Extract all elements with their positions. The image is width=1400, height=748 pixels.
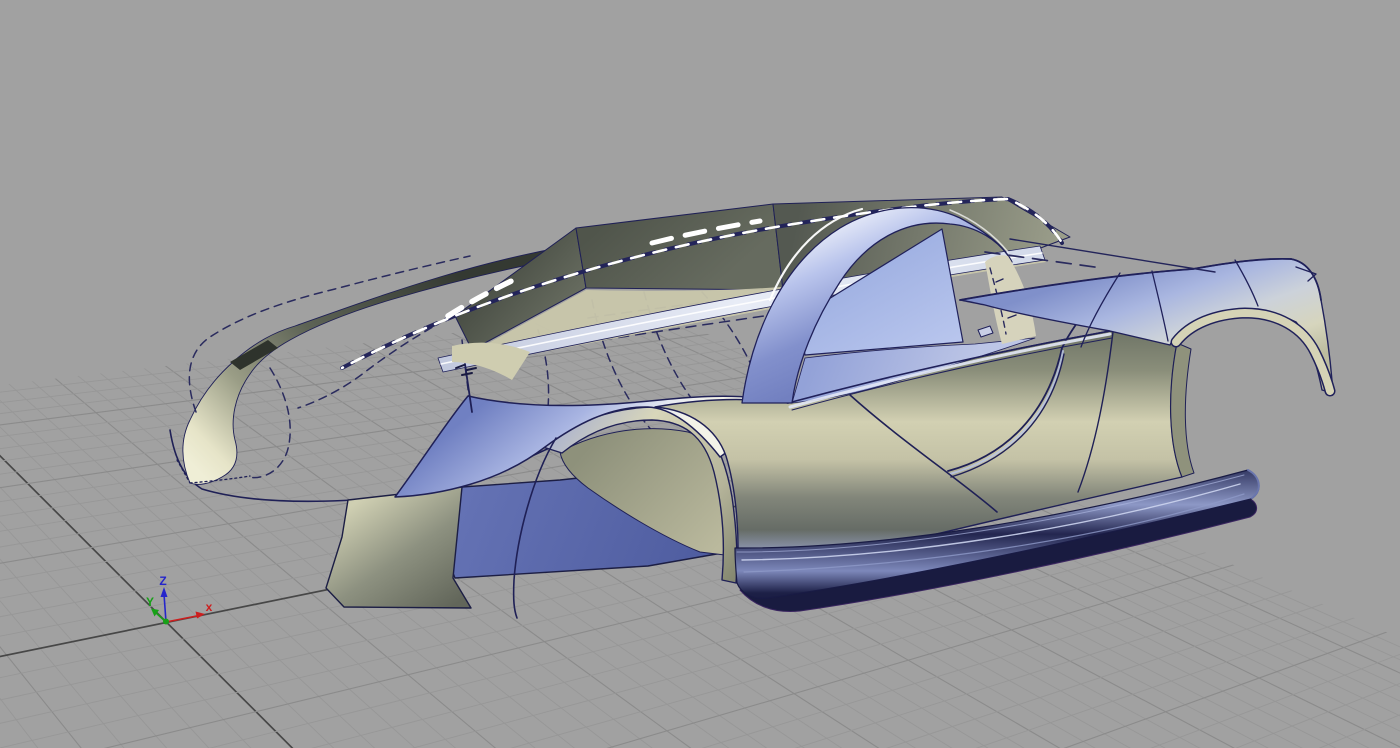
viewport-background (0, 0, 1400, 748)
x-axis-label: x (206, 600, 213, 614)
origin-marker (163, 619, 169, 625)
z-axis-label: Z (159, 574, 166, 588)
perspective-viewport[interactable]: Z Y x (0, 0, 1400, 748)
y-axis-label: Y (146, 595, 154, 609)
viewport-canvas[interactable]: Z Y x (0, 0, 1400, 748)
